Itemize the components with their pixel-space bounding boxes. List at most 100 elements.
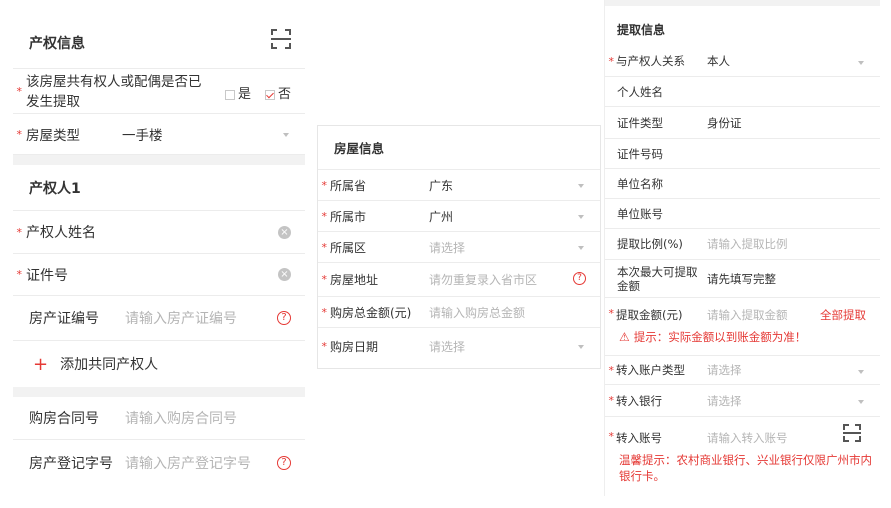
withdraw-all-link[interactable]: 全部提取 <box>820 307 866 323</box>
registration-number-label: 房产登记字号 <box>29 456 113 472</box>
address-label: 房屋地址 <box>330 273 379 287</box>
chevron-down-icon <box>578 345 584 349</box>
ratio-label: 提取比例(%) <box>617 237 683 251</box>
help-icon[interactable]: ? <box>277 456 291 470</box>
city-value: 广州 <box>429 209 454 224</box>
id-type-value: 身份证 <box>707 115 742 130</box>
chevron-down-icon <box>858 61 864 65</box>
bank-notice: 温馨提示：农村商业银行、兴业银行仅限广州市内银行卡。 <box>619 453 872 483</box>
joint-owner-question: 该房屋共有权人或配偶是否已发生提取 <box>26 74 202 110</box>
owner-name-field[interactable]: * 产权人姓名 × <box>13 211 305 254</box>
province-label: 所属省 <box>330 178 367 193</box>
district-label: 所属区 <box>330 240 367 255</box>
contract-number-placeholder: 请输入购房合同号 <box>125 411 237 427</box>
amount-label: 提取金额(元) <box>616 308 683 322</box>
chevron-down-icon <box>283 133 289 137</box>
registration-number-field[interactable]: 房产登记字号 请输入房产登记字号 ? <box>13 440 305 486</box>
address-placeholder: 请勿重复录入省市区 <box>429 273 538 287</box>
id-number-row: 证件号码 <box>605 139 880 169</box>
personal-name-label: 个人姓名 <box>617 84 663 99</box>
checkbox-no[interactable] <box>265 89 275 100</box>
province-value: 广东 <box>429 178 454 193</box>
contract-number-label: 购房合同号 <box>29 411 99 427</box>
scan-icon[interactable] <box>843 424 861 442</box>
purchase-date-label: 购房日期 <box>330 339 379 354</box>
relation-label: 与产权人关系 <box>616 54 685 68</box>
account-number-field[interactable]: * 转入账号 请输入转入账号 温馨提示：农村商业银行、兴业银行仅限广州市内银行卡… <box>605 417 880 492</box>
account-type-placeholder: 请选择 <box>707 363 742 377</box>
house-type-label: 房屋类型 <box>26 128 80 144</box>
total-amount-field[interactable]: * 购房总金额(元) 请输入购房总金额 <box>318 297 600 328</box>
personal-name-row: 个人姓名 <box>605 77 880 107</box>
owner-name-label: 产权人姓名 <box>26 225 96 241</box>
unit-name-label: 单位名称 <box>617 176 663 191</box>
id-type-row: 证件类型 身份证 <box>605 107 880 139</box>
chevron-down-icon <box>578 215 584 219</box>
clear-icon[interactable]: × <box>278 226 291 239</box>
total-amount-placeholder: 请输入购房总金额 <box>429 305 526 320</box>
purchase-date-select[interactable]: * 购房日期 请选择 <box>318 328 600 364</box>
amount-field[interactable]: * 提取金额(元) 请输入提取金额 全部提取 ⚠ 提示：实际金额以到账金额为准！ <box>605 298 880 356</box>
house-type-value: 一手楼 <box>122 128 163 144</box>
city-select[interactable]: * 所属市 广州 <box>318 201 600 232</box>
chevron-down-icon <box>578 246 584 250</box>
withdrawal-info-panel: 提取信息 * 与产权人关系 本人 个人姓名 证件类型 身份证 证件号码 单位名称… <box>604 0 880 496</box>
relation-select[interactable]: * 与产权人关系 本人 <box>605 46 880 77</box>
section-title: 产权人1 <box>29 180 81 197</box>
owner1-section: 产权人1 * 产权人姓名 × * 证件号 × 房产证编号 请输入房产证编号 ? … <box>13 165 305 387</box>
max-amount-label: 本次最大可提取金额 <box>617 264 698 293</box>
account-type-select[interactable]: * 转入账户类型 请选择 <box>605 356 880 385</box>
cert-number-field[interactable]: 房产证编号 请输入房产证编号 ? <box>13 296 305 341</box>
checkbox-yes[interactable] <box>225 89 235 100</box>
property-info-section: 产权信息 * 该房屋共有权人或配偶是否已发生提取 是 否 * 房屋类型 一手楼 <box>13 0 305 155</box>
city-label: 所属市 <box>330 209 367 224</box>
add-owner-label: 添加共同产权人 <box>60 357 159 373</box>
province-select[interactable]: * 所属省 广东 <box>318 170 600 201</box>
section-title: 提取信息 <box>617 22 666 37</box>
id-number-field[interactable]: * 证件号 × <box>13 254 305 296</box>
contract-number-field[interactable]: 购房合同号 请输入购房合同号 <box>13 397 305 440</box>
account-type-label: 转入账户类型 <box>616 363 685 377</box>
warning-icon: ⚠ <box>619 330 630 344</box>
scan-icon[interactable] <box>271 29 291 49</box>
account-number-label: 转入账号 <box>616 431 662 445</box>
district-placeholder: 请选择 <box>429 240 466 255</box>
registration-number-placeholder: 请输入房产登记字号 <box>125 456 251 472</box>
help-icon[interactable]: ? <box>573 272 586 285</box>
clear-icon[interactable]: × <box>278 268 291 281</box>
chevron-down-icon <box>858 400 864 404</box>
chevron-down-icon <box>858 370 864 374</box>
address-field[interactable]: * 房屋地址 请勿重复录入省市区 ? <box>318 263 600 297</box>
id-number-label: 证件号 <box>26 267 68 284</box>
contract-section: 购房合同号 请输入购房合同号 房产登记字号 请输入房产登记字号 ? <box>13 397 305 496</box>
bank-placeholder: 请选择 <box>707 393 742 408</box>
help-icon[interactable]: ? <box>277 311 291 325</box>
option-yes[interactable]: 是 <box>225 83 251 102</box>
relation-value: 本人 <box>707 54 730 68</box>
add-owner-button[interactable]: + 添加共同产权人 <box>13 341 305 387</box>
section-title: 产权信息 <box>29 36 85 52</box>
id-type-label: 证件类型 <box>617 115 663 130</box>
id-number-label: 证件号码 <box>617 146 663 161</box>
ratio-placeholder: 请输入提取比例 <box>707 237 788 251</box>
unit-account-label: 单位账号 <box>617 206 663 221</box>
ratio-field[interactable]: 提取比例(%) 请输入提取比例 <box>605 229 880 260</box>
plus-icon: + <box>33 353 49 375</box>
account-number-placeholder: 请输入转入账号 <box>707 431 788 445</box>
unit-account-row: 单位账号 <box>605 199 880 229</box>
house-info-panel: 房屋信息 * 所属省 广东 * 所属市 广州 * 所属区 请选择 * 房屋地址 … <box>317 125 601 369</box>
unit-name-row: 单位名称 <box>605 169 880 199</box>
max-amount-row: 本次最大可提取金额 请先填写完整 <box>605 260 880 298</box>
option-no[interactable]: 否 <box>265 83 291 102</box>
district-select[interactable]: * 所属区 请选择 <box>318 232 600 263</box>
bank-select[interactable]: * 转入银行 请选择 <box>605 385 880 417</box>
section-title: 房屋信息 <box>334 141 385 156</box>
property-info-panel: 产权信息 * 该房屋共有权人或配偶是否已发生提取 是 否 * 房屋类型 一手楼 … <box>13 0 305 496</box>
max-amount-value: 请先填写完整 <box>707 271 776 286</box>
purchase-date-placeholder: 请选择 <box>429 339 466 354</box>
cert-number-label: 房产证编号 <box>29 311 99 327</box>
house-type-row[interactable]: * 房屋类型 一手楼 <box>13 114 305 155</box>
total-amount-label: 购房总金额(元) <box>330 305 412 320</box>
cert-number-placeholder: 请输入房产证编号 <box>125 311 237 327</box>
amount-placeholder: 请输入提取金额 <box>707 308 788 322</box>
